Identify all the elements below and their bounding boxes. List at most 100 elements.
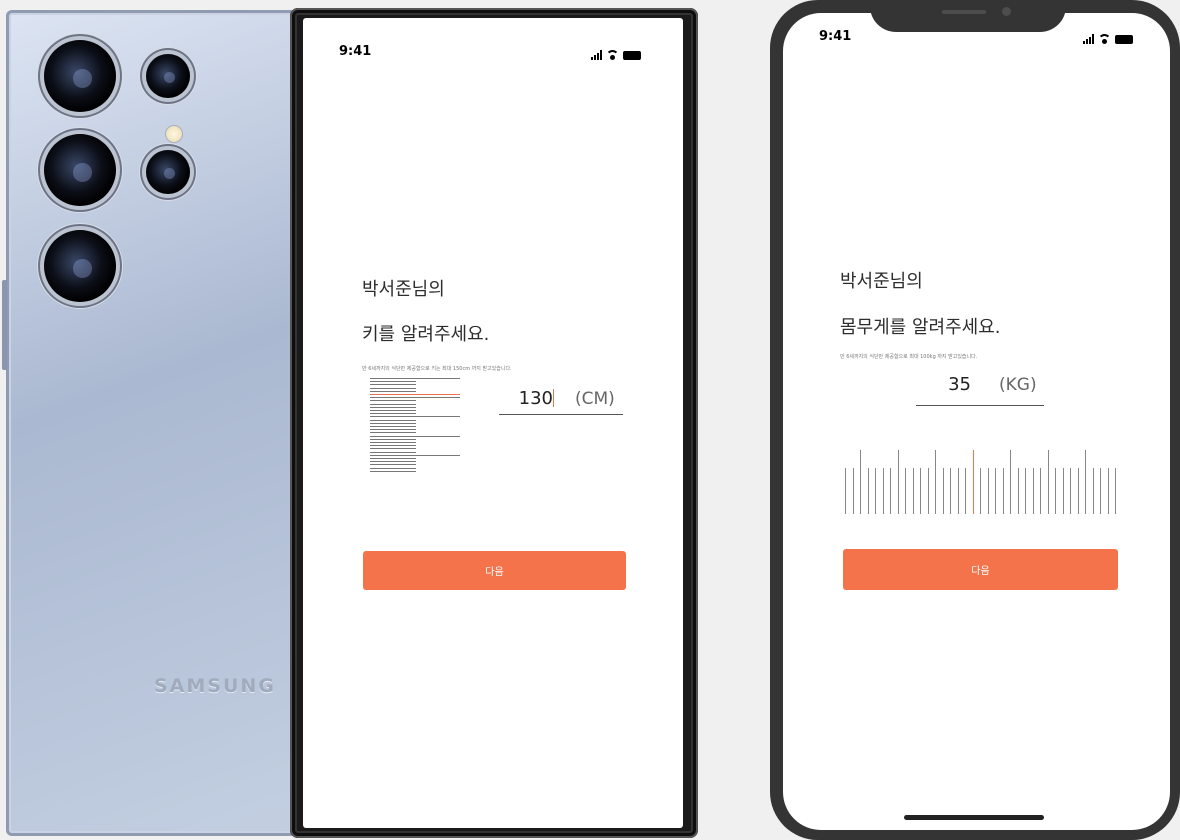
- ruler-indicator: [972, 450, 974, 514]
- page-title-line1: 박서준님의: [840, 271, 923, 292]
- weight-unit: (KG): [999, 375, 1037, 395]
- ruler-tick: [370, 435, 460, 437]
- wifi-icon: [606, 50, 619, 60]
- signal-icon: [1083, 34, 1094, 44]
- ruler-tick: [935, 450, 936, 514]
- ruler-tick: [370, 470, 416, 472]
- ruler-tick: [1002, 468, 1004, 514]
- ruler-tick: [1070, 468, 1071, 514]
- ruler-tick: [980, 468, 981, 514]
- next-button[interactable]: 다음: [843, 549, 1118, 590]
- ruler-indicator: [370, 394, 460, 395]
- speaker-icon: [942, 10, 986, 14]
- ruler-tick: [1115, 468, 1116, 514]
- battery-icon: [623, 51, 641, 60]
- ruler-tick: [370, 458, 416, 459]
- ruler-tick: [957, 468, 959, 514]
- weight-ruler[interactable]: [845, 448, 1121, 514]
- ruler-tick: [920, 468, 921, 514]
- home-indicator[interactable]: [904, 815, 1044, 820]
- status-icons: [591, 48, 641, 60]
- camera-lens-icon: [44, 230, 116, 302]
- side-button: [2, 310, 7, 370]
- ruler-tick: [1062, 468, 1064, 514]
- ruler-tick: [370, 426, 416, 427]
- ruler-tick: [370, 387, 416, 389]
- status-time: 9:41: [819, 29, 852, 44]
- ruler-tick: [1032, 468, 1034, 514]
- ruler-tick: [370, 400, 416, 402]
- signal-icon: [591, 50, 602, 60]
- flash-icon: [166, 126, 182, 142]
- ruler-tick: [370, 378, 460, 379]
- ruler-tick: [882, 468, 884, 514]
- ruler-tick: [1077, 468, 1079, 514]
- ruler-tick: [370, 438, 416, 440]
- camera-lens-icon: [44, 134, 116, 206]
- ruler-tick: [897, 450, 899, 514]
- ruler-tick: [995, 468, 996, 514]
- ruler-tick: [370, 381, 416, 383]
- ruler-tick: [370, 445, 416, 447]
- ruler-tick: [370, 454, 460, 456]
- ruler-tick: [370, 464, 416, 466]
- weight-input-screen: 9:41 박서준님의 몸무게를 알려주세요. 만 6세까지의 식단만 제공함으로…: [783, 13, 1170, 830]
- ruler-tick: [1010, 450, 1011, 514]
- height-ruler[interactable]: [370, 378, 460, 474]
- ruler-tick: [852, 468, 854, 514]
- ruler-tick: [1085, 450, 1086, 514]
- height-input-underline: [499, 414, 623, 415]
- status-icons: [1083, 32, 1133, 44]
- hint-text: 만 6세까지의 식단만 제공함으로 최대 100kg 까지 받고있습니다.: [840, 354, 978, 360]
- ruler-tick: [905, 468, 906, 514]
- ruler-tick: [370, 442, 416, 443]
- ruler-tick: [950, 468, 951, 514]
- ruler-tick: [1107, 468, 1109, 514]
- ruler-tick: [965, 468, 966, 514]
- weight-input-underline: [916, 405, 1044, 406]
- ruler-tick: [1100, 468, 1101, 514]
- ruler-tick: [370, 467, 416, 469]
- ruler-tick: [370, 410, 416, 411]
- page-title-line1: 박서준님의: [362, 279, 445, 300]
- ruler-tick: [370, 384, 416, 386]
- ruler-tick: [845, 468, 846, 514]
- iphone-frame: 9:41 박서준님의 몸무게를 알려주세요. 만 6세까지의 식단만 제공함으로…: [770, 0, 1180, 840]
- camera-lens-icon: [44, 40, 116, 112]
- ruler-tick: [867, 468, 869, 514]
- weight-value[interactable]: 35: [923, 374, 971, 395]
- ruler-tick: [370, 397, 460, 399]
- ruler-tick: [370, 429, 416, 431]
- battery-icon: [1115, 35, 1133, 44]
- ruler-tick: [890, 468, 891, 514]
- height-value[interactable]: 130: [493, 388, 553, 409]
- ruler-tick: [370, 432, 416, 434]
- ruler-tick: [1017, 468, 1019, 514]
- text-caret: [553, 389, 554, 407]
- ruler-tick: [1055, 468, 1056, 514]
- ruler-tick: [370, 390, 416, 392]
- notch: [870, 0, 1066, 32]
- ruler-tick: [927, 468, 929, 514]
- ruler-tick: [987, 468, 989, 514]
- height-input-screen: 9:41 박서준님의 키를 알려주세요. 만 6세까지의 식단만 제공함으로 키…: [303, 18, 683, 828]
- wifi-icon: [1098, 34, 1111, 44]
- status-time: 9:41: [339, 44, 372, 59]
- ruler-tick: [370, 448, 416, 450]
- camera-lens-small-icon: [146, 150, 190, 194]
- front-camera-icon: [1002, 7, 1011, 16]
- ruler-tick: [370, 422, 416, 424]
- camera-lens-small-icon: [146, 54, 190, 98]
- samsung-phone-back: SAMSUNG: [2, 10, 296, 836]
- ruler-tick: [912, 468, 914, 514]
- ruler-tick: [1092, 468, 1094, 514]
- ruler-tick: [860, 450, 861, 514]
- samsung-phone-front: 9:41 박서준님의 키를 알려주세요. 만 6세까지의 식단만 제공함으로 키…: [290, 8, 698, 838]
- next-button[interactable]: 다음: [363, 551, 626, 590]
- ruler-tick: [370, 403, 416, 405]
- ruler-tick: [370, 451, 416, 453]
- height-unit: (CM): [575, 389, 615, 409]
- ruler-tick: [370, 419, 416, 421]
- hint-text: 만 6세까지의 식단만 제공함으로 키는 최대 150cm 까지 받고있습니다.: [362, 366, 512, 372]
- ruler-tick: [370, 461, 416, 463]
